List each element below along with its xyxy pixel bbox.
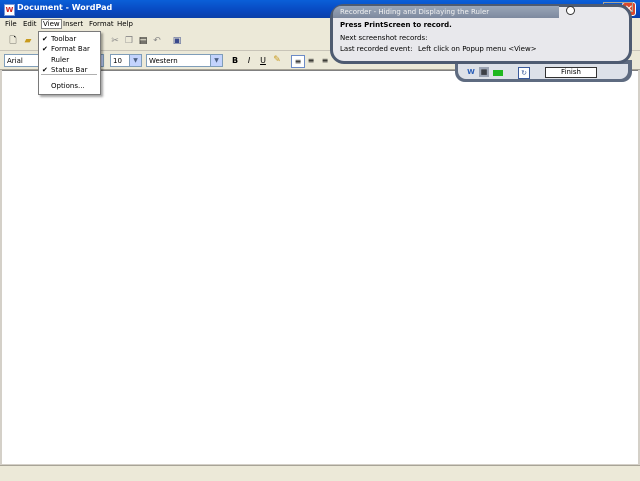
align-left-icon[interactable]: ≡ [291, 55, 305, 68]
view-menu-dropdown: ✔ Toolbar ✔ Format Bar Ruler ✔ Status Ba… [38, 31, 101, 95]
refresh-icon[interactable]: ↻ [518, 67, 530, 79]
chevron-down-icon[interactable]: ▼ [129, 55, 141, 66]
cut-icon[interactable]: ✂ [109, 36, 121, 47]
font-size-combo[interactable]: 10 ▼ [110, 54, 142, 67]
new-document-icon[interactable]: 🗋 [7, 36, 19, 47]
menu-separator [41, 74, 97, 75]
undo-icon[interactable]: ↶ [151, 36, 163, 47]
recorder-grid-icon[interactable]: ▦ [479, 67, 489, 77]
menu-help[interactable]: Help [117, 20, 133, 28]
menu-insert[interactable]: Insert [63, 20, 83, 28]
recorder-last-label: Last recorded event: [340, 45, 413, 53]
view-menu-item-status-bar[interactable]: Status Bar [51, 66, 88, 74]
bold-button[interactable]: B [229, 55, 241, 66]
recorder-last-value: Left click on Popup menu <View> [418, 45, 537, 53]
align-right-icon[interactable]: ≡ [319, 55, 331, 66]
align-center-icon[interactable]: ≡ [305, 55, 317, 66]
script-value: Western [149, 57, 178, 65]
view-menu-item-ruler[interactable]: Ruler [51, 56, 69, 64]
copy-icon[interactable]: ❐ [123, 36, 135, 47]
recorder-instruction: Press PrintScreen to record. [340, 21, 452, 29]
wordpad-app-icon[interactable]: W [4, 4, 15, 16]
menu-format[interactable]: Format [89, 20, 114, 28]
finish-button[interactable]: Finish [545, 67, 597, 78]
insert-object-icon[interactable]: ▣ [171, 36, 183, 47]
menu-file[interactable]: File [5, 20, 17, 28]
italic-button[interactable]: I [243, 55, 255, 66]
chevron-down-icon[interactable]: ▼ [210, 55, 222, 66]
view-menu-item-toolbar[interactable]: Toolbar [51, 35, 76, 43]
check-icon: ✔ [42, 66, 48, 74]
open-folder-icon[interactable]: ▰ [22, 36, 34, 47]
view-menu-item-format-bar[interactable]: Format Bar [51, 45, 90, 53]
recording-status-icon [493, 70, 503, 76]
view-menu-item-options[interactable]: Options... [51, 82, 85, 90]
menu-edit[interactable]: Edit [23, 20, 37, 28]
script-combo[interactable]: Western ▼ [146, 54, 223, 67]
underline-button[interactable]: U [257, 55, 269, 66]
document-area[interactable] [2, 70, 638, 464]
menu-view[interactable]: View [41, 19, 62, 29]
font-name-value: Arial [7, 57, 23, 65]
window-title: Document - WordPad [17, 3, 113, 12]
status-bar [0, 465, 640, 481]
check-icon: ✔ [42, 35, 48, 43]
recorder-word-icon[interactable]: W [466, 67, 476, 77]
recorder-next-label: Next screenshot records: [340, 34, 428, 42]
recorder-minimize-icon[interactable] [566, 6, 575, 15]
color-palette-icon[interactable]: ✎ [271, 55, 283, 66]
paste-icon[interactable]: ▤ [137, 36, 149, 47]
check-icon: ✔ [42, 45, 48, 53]
recorder-title: Recorder - Hiding and Displaying the Rul… [340, 8, 490, 16]
font-size-value: 10 [113, 57, 122, 65]
